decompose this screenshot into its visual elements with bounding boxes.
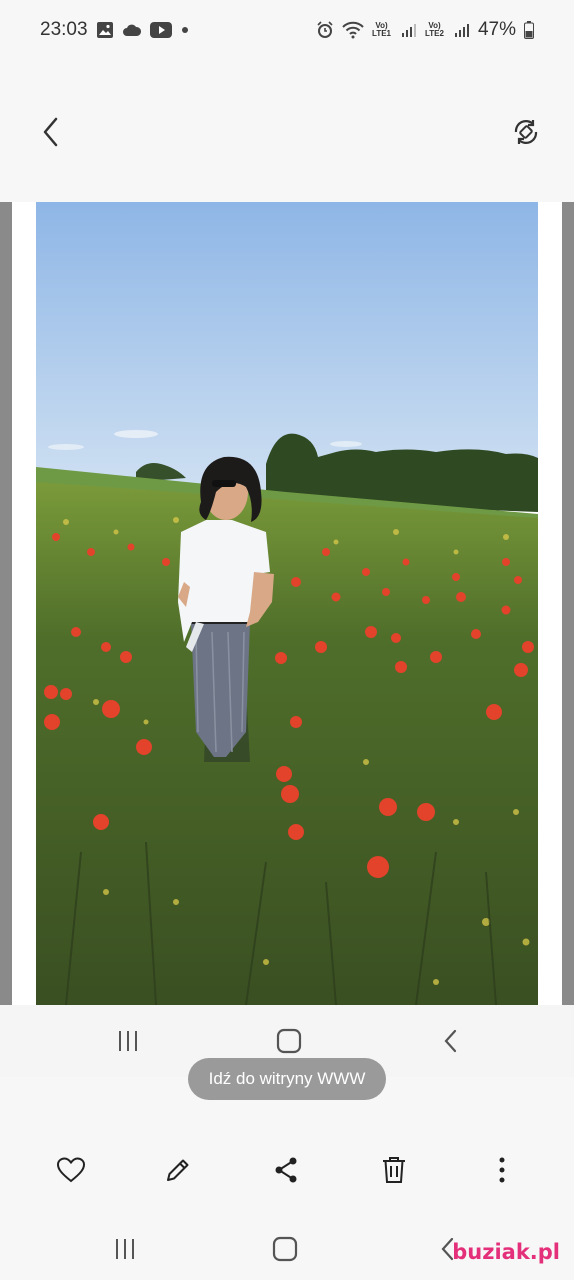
open-website-button[interactable]: Idź do witryny WWW	[188, 1058, 386, 1100]
signal-icon	[401, 22, 417, 38]
recent-apps-icon	[116, 1239, 134, 1259]
delete-button[interactable]	[372, 1148, 416, 1192]
recent-apps-icon	[119, 1031, 137, 1051]
more-vertical-icon	[499, 1157, 505, 1183]
battery-percent: 47%	[477, 19, 516, 40]
share-button[interactable]	[264, 1148, 308, 1192]
image-icon	[96, 21, 114, 39]
youtube-icon	[149, 22, 172, 38]
recent-apps-button-overlay[interactable]	[108, 1021, 148, 1061]
photo[interactable]	[36, 202, 538, 1005]
favorite-button[interactable]	[49, 1148, 93, 1192]
open-website-label: Idź do witryny WWW	[208, 1069, 366, 1088]
home-button-overlay[interactable]	[269, 1021, 309, 1061]
next-photo-edge[interactable]	[562, 202, 574, 1005]
photo-viewer[interactable]	[0, 202, 574, 1005]
clock: 23:03	[40, 19, 88, 40]
pencil-icon	[167, 1159, 189, 1181]
dot-icon	[180, 25, 190, 35]
signal-icon	[454, 22, 470, 38]
back-nav-button-overlay[interactable]	[430, 1021, 470, 1061]
home-button[interactable]	[265, 1229, 305, 1269]
lte1-indicator: Vo) LTE1	[372, 22, 391, 38]
heart-icon	[56, 1157, 86, 1183]
edit-button[interactable]	[156, 1148, 200, 1192]
lte1-label: LTE1	[372, 29, 391, 38]
home-icon	[272, 1236, 298, 1262]
cloud-icon	[122, 23, 142, 37]
trash-icon	[383, 1157, 405, 1183]
home-icon	[276, 1028, 302, 1054]
recent-apps-button[interactable]	[105, 1229, 145, 1269]
chevron-left-icon	[43, 117, 58, 147]
alarm-icon	[316, 21, 334, 39]
wifi-icon	[342, 21, 364, 39]
lte2-indicator: Vo) LTE2	[425, 22, 444, 38]
status-bar-right: Vo) LTE1 Vo) LTE2 47%	[316, 19, 534, 41]
previous-photo-edge[interactable]	[0, 202, 12, 1005]
rotate-button[interactable]	[508, 114, 544, 150]
more-options-button[interactable]	[480, 1148, 524, 1192]
back-button[interactable]	[34, 112, 66, 152]
lte2-label: LTE2	[425, 29, 444, 38]
status-bar-left: 23:03	[40, 19, 190, 41]
rotate-screen-icon	[514, 120, 538, 144]
viewer-toolbar	[0, 100, 574, 164]
share-icon	[275, 1157, 297, 1183]
watermark-logo: buziak.pl	[452, 1240, 560, 1264]
status-bar: 23:03 Vo) LTE1 Vo) LTE2 47%	[0, 0, 574, 60]
battery-icon	[524, 21, 534, 39]
action-bar	[0, 1140, 574, 1196]
chevron-left-icon	[444, 1029, 457, 1053]
photo-image	[36, 202, 538, 1005]
